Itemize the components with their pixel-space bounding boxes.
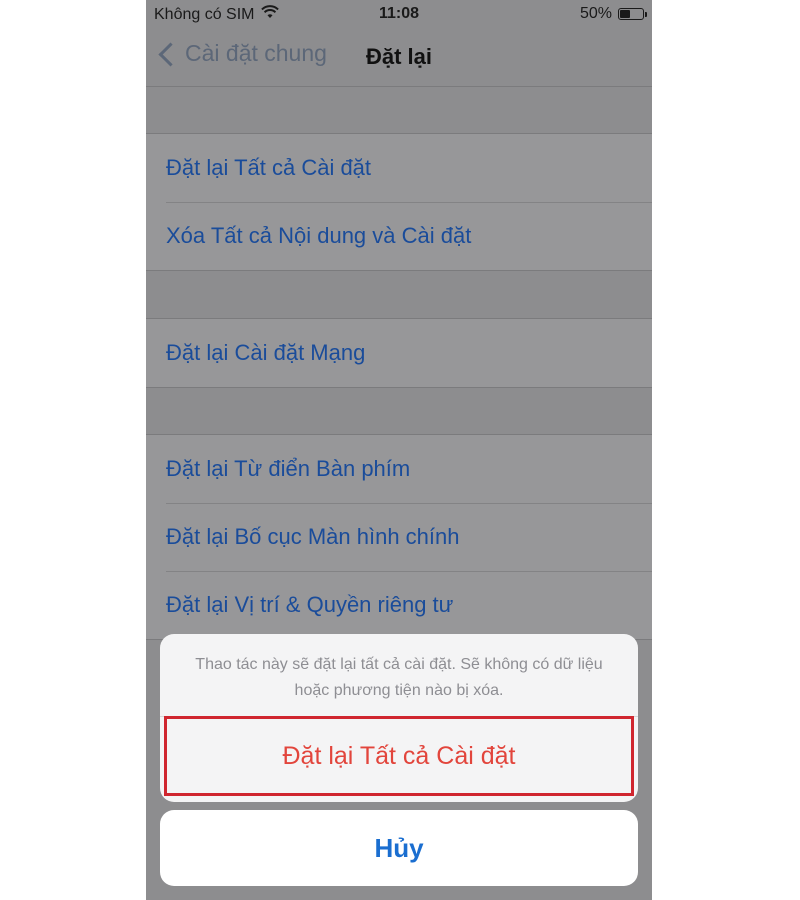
status-time: 11:08	[378, 5, 420, 22]
battery-icon	[618, 8, 647, 20]
battery-percent: 50%	[579, 5, 612, 22]
confirm-reset-button[interactable]: Đặt lại Tất cả Cài đặt	[164, 716, 634, 796]
reset-network-settings-item[interactable]: Đặt lại Cài đặt Mạng	[146, 319, 652, 387]
phone-screen: Không có SIM 11:08 50% Cài đặt chung Đặt…	[146, 0, 652, 900]
status-right: 50%	[579, 5, 647, 23]
cancel-button[interactable]: Hủy	[160, 810, 638, 886]
reset-keyboard-dictionary-item[interactable]: Đặt lại Từ điển Bàn phím	[146, 435, 652, 503]
settings-group-1: Đặt lại Tất cả Cài đặt Xóa Tất cả Nội du…	[146, 133, 652, 271]
battery-fill	[620, 10, 630, 18]
section-spacer	[146, 87, 652, 133]
nav-bar: Cài đặt chung Đặt lại	[146, 28, 652, 87]
settings-group-3: Đặt lại Từ điển Bàn phím Đặt lại Bố cục …	[146, 434, 652, 640]
status-bar: Không có SIM 11:08 50%	[146, 0, 652, 28]
reset-location-privacy-item[interactable]: Đặt lại Vị trí & Quyền riêng tư	[146, 571, 652, 639]
page-title: Đặt lại	[365, 44, 433, 69]
settings-group-2: Đặt lại Cài đặt Mạng	[146, 318, 652, 388]
action-sheet: Thao tác này sẽ đặt lại tất cả cài đặt. …	[160, 634, 638, 802]
action-sheet-message: Thao tác này sẽ đặt lại tất cả cài đặt. …	[195, 656, 603, 699]
erase-all-content-item[interactable]: Xóa Tất cả Nội dung và Cài đặt	[146, 202, 652, 270]
reset-all-settings-item[interactable]: Đặt lại Tất cả Cài đặt	[146, 134, 652, 202]
reset-home-screen-layout-item[interactable]: Đặt lại Bố cục Màn hình chính	[146, 503, 652, 571]
